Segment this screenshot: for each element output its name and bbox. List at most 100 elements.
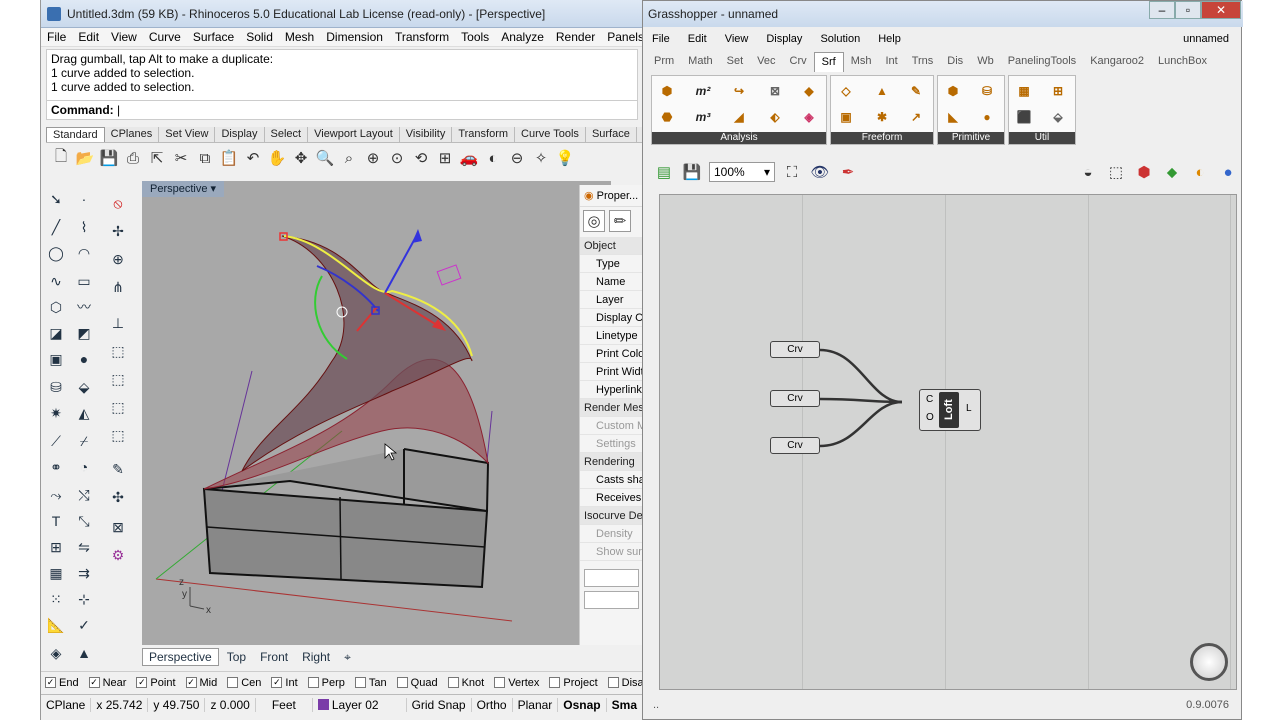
gh-menu-view[interactable]: View: [716, 31, 758, 49]
print-icon[interactable]: ⎙: [122, 147, 144, 169]
dimension-icon[interactable]: ⊹: [73, 588, 95, 610]
plugin-gear-icon[interactable]: ⚙: [107, 544, 129, 566]
zoom-icon[interactable]: 🔍: [314, 147, 336, 169]
box-view-icon[interactable]: ⬚: [107, 396, 129, 418]
network-icon[interactable]: ⋔: [107, 276, 129, 298]
new-file-icon[interactable]: 🗋: [50, 147, 72, 169]
evaluate-icon[interactable]: ⊠: [764, 80, 786, 102]
sphere-icon[interactable]: ●: [73, 348, 95, 370]
4point-surface-icon[interactable]: ◇: [835, 80, 857, 102]
menu-item-surface[interactable]: Surface: [187, 30, 240, 44]
menu-item-analyze[interactable]: Analyze: [495, 30, 550, 44]
checkbox[interactable]: ✓: [136, 677, 148, 688]
preview-eye-icon[interactable]: 👁: [809, 161, 831, 183]
osculating-icon[interactable]: ⬖: [764, 106, 786, 128]
box-view-icon[interactable]: ⬚: [107, 424, 129, 446]
bake-icon[interactable]: ⬥: [1161, 161, 1183, 183]
viewport-tab[interactable]: ⌖: [338, 649, 357, 666]
command-prompt[interactable]: Command: |: [46, 101, 638, 120]
material-preview-icon[interactable]: ◐: [1189, 161, 1211, 183]
viewport-tab[interactable]: Front: [254, 649, 294, 665]
checkbox[interactable]: [227, 677, 239, 688]
osnap-mid[interactable]: ✓ Mid: [185, 677, 217, 689]
menu-item-view[interactable]: View: [105, 30, 143, 44]
layer-selector[interactable]: Layer 02: [313, 697, 407, 712]
join-icon[interactable]: ◭: [73, 402, 95, 424]
scale-icon[interactable]: ⤡: [73, 510, 95, 532]
extrude-icon[interactable]: ▲: [871, 80, 893, 102]
property-row[interactable]: Render Mes: [580, 399, 643, 417]
checkbox[interactable]: ✓: [88, 677, 100, 688]
toolbar-tab-standard[interactable]: Standard: [46, 127, 105, 142]
display-sphere-icon[interactable]: ●: [1217, 161, 1239, 183]
cylinder-icon[interactable]: ⛁: [45, 376, 67, 398]
property-row[interactable]: Print Color: [580, 345, 643, 363]
loft-icon[interactable]: ✱: [871, 106, 893, 128]
box-icon[interactable]: ⬢: [656, 80, 678, 102]
stop-icon[interactable]: ⦸: [107, 192, 129, 214]
property-row[interactable]: Settings: [580, 435, 643, 453]
checkbox[interactable]: [396, 677, 408, 688]
boolean-icon[interactable]: ⚭: [45, 456, 67, 478]
extrude-icon[interactable]: ⬙: [73, 376, 95, 398]
gh-tab-math[interactable]: Math: [681, 52, 719, 72]
gh-tab-dis[interactable]: Dis: [940, 52, 970, 72]
gh-tab-set[interactable]: Set: [720, 52, 751, 72]
cut-icon[interactable]: ✂: [170, 147, 192, 169]
gh-tab-trns[interactable]: Trns: [905, 52, 941, 72]
property-row[interactable]: Type: [580, 255, 643, 273]
navigation-widget[interactable]: [1190, 643, 1228, 681]
pipe-icon[interactable]: ✎: [905, 80, 927, 102]
property-row[interactable]: Layer: [580, 291, 643, 309]
osnap-perp[interactable]: Perp: [307, 677, 345, 689]
osnap-quad[interactable]: Quad: [396, 677, 438, 689]
gh-menu-edit[interactable]: Edit: [679, 31, 716, 49]
curve-icon[interactable]: ∿: [45, 270, 67, 292]
globe-icon[interactable]: ⊕: [107, 248, 129, 270]
checkbox[interactable]: ✓: [45, 677, 56, 688]
toolbar-tab-curve-tools[interactable]: Curve Tools: [515, 127, 586, 142]
paste-icon[interactable]: 📋: [218, 147, 240, 169]
osnap-near[interactable]: ✓ Near: [88, 677, 126, 689]
closest-icon[interactable]: ⬣: [656, 106, 678, 128]
cplane-icon[interactable]: ⊖: [506, 147, 528, 169]
properties-button[interactable]: [584, 591, 639, 609]
brep-edges-icon[interactable]: ◆: [798, 80, 820, 102]
surface-icon[interactable]: ◪: [45, 322, 67, 344]
move-view-icon[interactable]: ✥: [290, 147, 312, 169]
rectangle-icon[interactable]: ▭: [73, 270, 95, 292]
export-icon[interactable]: ⇱: [146, 147, 168, 169]
viewport-tab[interactable]: Right: [296, 649, 336, 665]
ortho-toggle[interactable]: Ortho: [472, 697, 513, 712]
box-solid-icon[interactable]: ▣: [45, 348, 67, 370]
wireframe-icon[interactable]: ⬚: [1105, 161, 1127, 183]
crv-param-node[interactable]: Crv: [770, 437, 820, 454]
paint-icon[interactable]: ▲: [73, 642, 95, 664]
menu-item-tools[interactable]: Tools: [455, 30, 495, 44]
object-properties-icon[interactable]: ◎: [583, 210, 605, 232]
cap-holes-icon[interactable]: ⬙: [1047, 106, 1069, 128]
explode-icon[interactable]: ✷: [45, 402, 67, 424]
cylinder-primitive-icon[interactable]: ⛁: [976, 80, 998, 102]
fillet-icon[interactable]: ◔: [73, 456, 95, 478]
copy-move-icon[interactable]: ⤭: [73, 484, 95, 506]
grid-snap-toggle[interactable]: Grid Snap: [407, 697, 472, 712]
loft-surface-icon[interactable]: ◩: [73, 322, 95, 344]
checkbox[interactable]: [307, 677, 319, 688]
bounding-box-icon[interactable]: ◣: [942, 106, 964, 128]
property-row[interactable]: Print Width: [580, 363, 643, 381]
gh-tab-msh[interactable]: Msh: [844, 52, 879, 72]
checkbox[interactable]: [549, 677, 561, 688]
circle-icon[interactable]: ◯: [45, 242, 67, 264]
viewport-layout-icon[interactable]: ⊞: [434, 147, 456, 169]
toolbar-tab-transform[interactable]: Transform: [452, 127, 516, 142]
menu-item-solid[interactable]: Solid: [240, 30, 279, 44]
menu-item-render[interactable]: Render: [550, 30, 601, 44]
zoom-selected-icon[interactable]: ⊙: [386, 147, 408, 169]
trim-icon[interactable]: ⟋: [45, 430, 67, 452]
minimize-button[interactable]: –: [1149, 1, 1175, 19]
area-icon[interactable]: m²: [692, 80, 714, 102]
planar-toggle[interactable]: Planar: [513, 697, 559, 712]
polygon-icon[interactable]: ⬡: [45, 296, 67, 318]
transform-axis-icon[interactable]: ⊥: [107, 312, 129, 334]
